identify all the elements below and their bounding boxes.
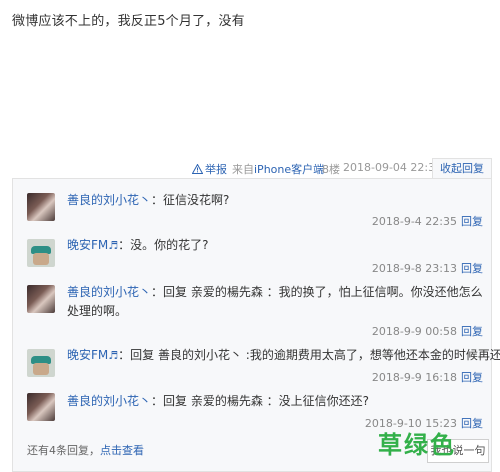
avatar[interactable] bbox=[27, 349, 55, 377]
reply-time: 2018-9-8 23:13 bbox=[371, 262, 457, 275]
view-more-link[interactable]: 点击查看 bbox=[100, 444, 144, 457]
client-source: 来自iPhone客户端 bbox=[232, 161, 324, 177]
reply-time: 2018-9-9 16:18 bbox=[371, 371, 457, 384]
reply-time: 2018-9-9 00:58 bbox=[371, 325, 457, 338]
reply-to-user[interactable]: 善良的刘小花丶 bbox=[158, 348, 242, 362]
post-text: 微博应该不上的，我反正5个月了，没有 bbox=[12, 14, 245, 29]
report-label[interactable]: 举报 bbox=[205, 163, 227, 176]
reply-button[interactable]: 回复 bbox=[461, 371, 483, 384]
reply-username[interactable]: 善良的刘小花丶 bbox=[67, 193, 151, 207]
more-replies: 还有4条回复，点击查看 bbox=[27, 442, 144, 458]
warning-triangle-icon bbox=[192, 164, 203, 174]
avatar[interactable] bbox=[27, 193, 55, 221]
reply-to-user[interactable]: 亲爱的楊先森 bbox=[191, 285, 263, 299]
avatar[interactable] bbox=[27, 239, 55, 267]
more-replies-text: 还有4条回复， bbox=[27, 444, 100, 457]
reply-button[interactable]: 回复 bbox=[461, 262, 483, 275]
reply-to-prefix: ：回复 bbox=[118, 348, 158, 362]
avatar[interactable] bbox=[27, 285, 55, 313]
client-link[interactable]: iPhone客户端 bbox=[254, 163, 324, 176]
reply-button[interactable]: 回复 bbox=[461, 325, 483, 338]
reply-username[interactable]: 善良的刘小花丶 bbox=[67, 394, 151, 408]
reply-text: ：没上征信你还还? bbox=[262, 394, 370, 408]
client-prefix: 来自 bbox=[232, 163, 254, 176]
floor-number: 8楼 bbox=[322, 163, 340, 176]
music-note-icon: ♬ bbox=[108, 349, 119, 362]
reply-time: 2018-9-4 22:35 bbox=[371, 215, 457, 228]
post-time: 2018-09-04 22:34 bbox=[343, 161, 443, 174]
reply-username[interactable]: 晚安FM bbox=[67, 238, 108, 252]
collapse-replies-button[interactable]: 收起回复 bbox=[432, 158, 492, 180]
reply-username[interactable]: 善良的刘小花丶 bbox=[67, 285, 151, 299]
reply-text: ：征信没花啊? bbox=[151, 193, 230, 207]
reply-to-user[interactable]: 亲爱的楊先森 bbox=[191, 394, 263, 408]
music-note-icon: ♬ bbox=[108, 239, 119, 252]
reply-username[interactable]: 晚安FM bbox=[67, 348, 108, 362]
reply-text: :我的逾期费用太高了，想等他还本金的时候再还 bbox=[241, 348, 500, 362]
watermark: 草绿色 bbox=[378, 431, 456, 459]
avatar[interactable] bbox=[27, 393, 55, 421]
report-link[interactable]: 举报 bbox=[192, 161, 227, 177]
reply-text: ：没。你的花了? bbox=[118, 238, 209, 252]
reply-button[interactable]: 回复 bbox=[461, 215, 483, 228]
reply-to-prefix: ：回复 bbox=[151, 394, 191, 408]
reply-to-prefix: ：回复 bbox=[151, 285, 191, 299]
reply-button[interactable]: 回复 bbox=[461, 417, 483, 430]
post-meta-bar: 举报 来自iPhone客户端 8楼 2018-09-04 22:34 收起回复 bbox=[0, 158, 500, 180]
